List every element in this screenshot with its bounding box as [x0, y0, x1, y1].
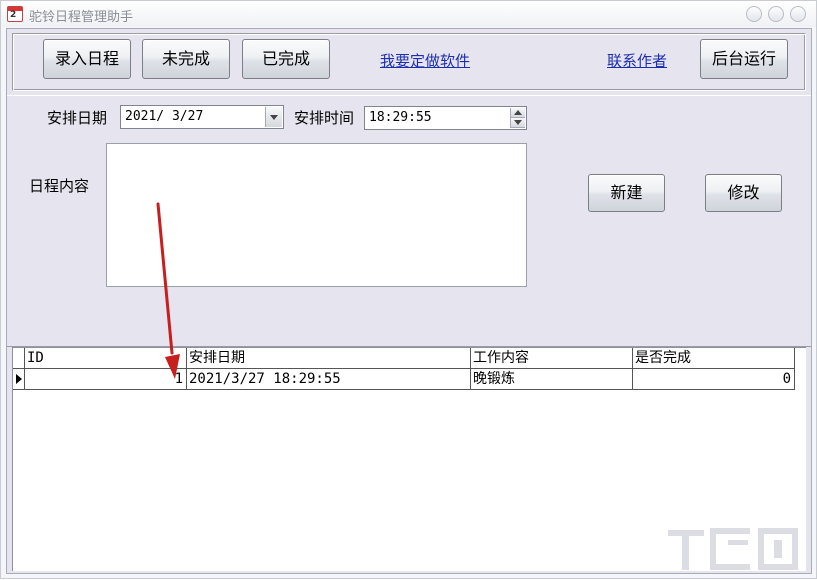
new-button[interactable]: 新建: [588, 174, 665, 212]
client-area: 录入日程 未完成 已完成 我要定做软件 联系作者 后台运行 安排日期 2021/…: [6, 28, 812, 574]
finished-button[interactable]: 已完成: [242, 39, 330, 79]
edit-button[interactable]: 修改: [705, 174, 782, 212]
cell-done[interactable]: 0: [633, 369, 795, 390]
column-header-content[interactable]: 工作内容: [471, 348, 633, 369]
close-button[interactable]: [790, 6, 806, 22]
cell-date[interactable]: 2021/3/27 18:29:55: [187, 369, 471, 390]
current-row-indicator-icon: [13, 369, 25, 390]
calendar-icon: 2: [7, 6, 23, 22]
column-header-done[interactable]: 是否完成: [633, 348, 795, 369]
toolbar-panel: 录入日程 未完成 已完成 我要定做软件 联系作者 后台运行: [12, 33, 806, 91]
content-textarea[interactable]: [106, 143, 527, 287]
spin-up-icon[interactable]: [511, 108, 525, 118]
custom-software-link[interactable]: 我要定做软件: [380, 50, 470, 71]
time-value: 18:29:55: [369, 110, 432, 125]
date-picker[interactable]: 2021/ 3/27: [120, 105, 284, 129]
watermark-logo: [668, 528, 798, 570]
maximize-button[interactable]: [768, 6, 784, 22]
column-header-id[interactable]: ID: [25, 348, 187, 369]
contact-author-link[interactable]: 联系作者: [607, 50, 667, 71]
enter-schedule-button[interactable]: 录入日程: [43, 39, 131, 79]
title-bar: 2 驼铃日程管理助手: [1, 1, 816, 27]
time-picker[interactable]: 18:29:55: [364, 106, 527, 130]
minimize-button[interactable]: [746, 6, 762, 22]
spin-down-icon[interactable]: [511, 118, 525, 128]
app-window: 2 驼铃日程管理助手 录入日程 未完成 已完成 我要定做软件 联系作者 后台运行…: [0, 0, 817, 579]
date-value: 2021/ 3/27: [125, 109, 204, 124]
run-background-button[interactable]: 后台运行: [700, 39, 788, 79]
chevron-down-icon[interactable]: [265, 107, 282, 127]
content-label: 日程内容: [29, 177, 90, 195]
cell-id[interactable]: 1: [25, 369, 187, 390]
window-title: 驼铃日程管理助手: [29, 10, 134, 25]
header-indicator-cell: [13, 348, 25, 369]
column-header-date[interactable]: 安排日期: [187, 348, 471, 369]
table-header: ID 安排日期 工作内容 是否完成: [13, 348, 801, 369]
time-label: 安排时间: [294, 109, 355, 127]
unfinished-button[interactable]: 未完成: [142, 39, 230, 79]
date-label: 安排日期: [47, 109, 108, 127]
time-spinner[interactable]: [510, 108, 525, 128]
cell-content[interactable]: 晚锻炼: [471, 369, 633, 390]
table-row[interactable]: 1 2021/3/27 18:29:55 晚锻炼 0: [13, 369, 801, 390]
